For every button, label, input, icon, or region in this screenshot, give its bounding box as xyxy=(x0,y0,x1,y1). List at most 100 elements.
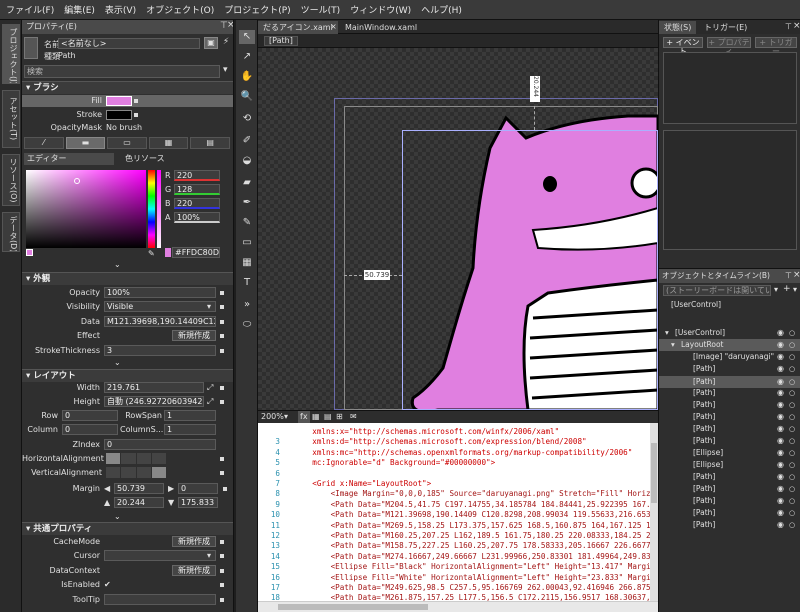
selection-box[interactable] xyxy=(402,130,658,410)
visibility-eye-icon[interactable]: ◉ xyxy=(777,327,784,339)
tab-data[interactable]: データ(D) xyxy=(2,212,20,252)
lock-toggle-icon[interactable]: ○ xyxy=(789,483,795,495)
code-vertical-scrollbar[interactable] xyxy=(650,423,658,601)
lock-toggle-icon[interactable]: ○ xyxy=(789,327,795,339)
zoom-level[interactable]: 200% xyxy=(261,411,284,423)
tree-item[interactable]: [Path] ◉ ○ xyxy=(659,483,800,495)
cache-mode-new-button[interactable]: 新規作成 xyxy=(172,536,216,547)
tab-properties-vertical[interactable]: プロジェクト(J) xyxy=(2,24,20,84)
snap-grid-icon[interactable]: ▤ xyxy=(324,411,332,423)
tab-triggers[interactable]: トリガー(E) xyxy=(699,21,752,34)
code-horizontal-scrollbar[interactable] xyxy=(258,601,658,612)
tree-item[interactable]: [Path] ◉ ○ xyxy=(659,387,800,399)
eyedropper-tool-icon[interactable]: ✐ xyxy=(239,134,255,148)
storyboard-select[interactable]: (ストーリーボードは開いてい xyxy=(663,285,771,296)
color-picker-area[interactable] xyxy=(26,170,146,248)
visibility-eye-icon[interactable]: ◉ xyxy=(777,411,784,423)
add-trigger-button[interactable]: + トリガー xyxy=(755,37,797,56)
align-right-button[interactable] xyxy=(136,453,151,464)
visibility-eye-icon[interactable]: ◉ xyxy=(777,507,784,519)
menu-object[interactable]: オブジェクト(O) xyxy=(146,3,214,16)
annotations-icon[interactable]: ✉ xyxy=(350,411,357,423)
advanced-options-icon[interactable] xyxy=(220,400,224,404)
lock-toggle-icon[interactable]: ○ xyxy=(789,471,795,483)
chevron-down-icon[interactable]: ▾ xyxy=(207,550,211,562)
chevron-down-icon[interactable]: ▾ xyxy=(207,301,211,313)
layout-section-header[interactable]: ▾ レイアウト xyxy=(22,369,233,382)
breadcrumb[interactable]: [Path] xyxy=(264,36,298,46)
advanced-options-icon[interactable] xyxy=(220,540,224,544)
tree-item[interactable]: [Path] ◉ ○ xyxy=(659,495,800,507)
advanced-options-icon[interactable] xyxy=(220,554,224,558)
expand-icon[interactable]: ▾ xyxy=(665,327,669,339)
width-input[interactable]: 219.761 xyxy=(104,382,204,393)
row-input[interactable]: 0 xyxy=(62,410,118,421)
paint-bucket-tool-icon[interactable]: ◒ xyxy=(239,154,255,168)
storyboard-options-icon[interactable]: ▾ xyxy=(793,285,797,294)
visibility-select[interactable]: Visible xyxy=(104,301,216,312)
tab-resources[interactable]: リソース(O) xyxy=(2,154,20,206)
lock-toggle-icon[interactable]: ○ xyxy=(789,339,795,351)
lock-toggle-icon[interactable]: ○ xyxy=(789,351,795,363)
advanced-options-icon[interactable] xyxy=(134,99,138,103)
lock-toggle-icon[interactable]: ○ xyxy=(789,399,795,411)
tab-daru-icon-xaml[interactable]: だるアイコン.xaml xyxy=(258,21,338,34)
add-storyboard-icon[interactable]: + xyxy=(783,284,791,294)
effects-toggle-icon[interactable]: fx xyxy=(298,411,310,423)
grid-tool-icon[interactable]: ▦ xyxy=(239,256,255,270)
menu-help[interactable]: ヘルプ(H) xyxy=(421,3,462,16)
tree-item[interactable]: [Path] ◉ ○ xyxy=(659,423,800,435)
tree-item[interactable]: [Path] ◉ ○ xyxy=(659,411,800,423)
menu-tools[interactable]: ツール(T) xyxy=(301,3,341,16)
visibility-eye-icon[interactable]: ◉ xyxy=(777,387,784,399)
advanced-options-icon[interactable] xyxy=(220,386,224,390)
rowspan-input[interactable]: 1 xyxy=(164,410,216,421)
collapse-chevron-icon[interactable]: ⌄ xyxy=(114,512,121,521)
visibility-eye-icon[interactable]: ◉ xyxy=(777,495,784,507)
lock-toggle-icon[interactable]: ○ xyxy=(789,447,795,459)
advanced-options-icon[interactable] xyxy=(220,583,224,587)
gradient-tool-icon[interactable]: ▰ xyxy=(239,176,255,190)
opacity-input[interactable]: 100% xyxy=(104,287,216,298)
menu-edit[interactable]: 編集(E) xyxy=(64,3,95,16)
color-picker-handle[interactable] xyxy=(74,178,80,184)
advanced-options-icon[interactable] xyxy=(223,487,227,491)
data-context-new-button[interactable]: 新規作成 xyxy=(172,565,216,576)
tree-item[interactable]: [Path] ◉ ○ xyxy=(659,399,800,411)
visibility-eye-icon[interactable]: ◉ xyxy=(777,423,784,435)
visibility-eye-icon[interactable]: ◉ xyxy=(777,339,784,351)
columnspan-input[interactable]: 1 xyxy=(164,424,216,435)
stroke-swatch[interactable] xyxy=(106,110,132,120)
tree-item[interactable]: ▾ LayoutRoot ◉ ○ xyxy=(659,339,800,351)
tree-item[interactable]: [Path] ◉ ○ xyxy=(659,363,800,375)
margin-bottom-input[interactable]: 175.833 xyxy=(178,497,218,508)
direct-selection-tool-icon[interactable]: ↗ xyxy=(239,50,255,64)
g-input[interactable]: 128 xyxy=(174,184,220,195)
menu-view[interactable]: 表示(V) xyxy=(105,3,136,16)
asset-tool-icon[interactable]: » xyxy=(239,298,255,312)
xaml-editor[interactable]: xmlns:x="http://schemas.microsoft.com/wi… xyxy=(258,423,650,601)
align-center-button[interactable] xyxy=(121,453,136,464)
visibility-eye-icon[interactable]: ◉ xyxy=(777,459,784,471)
tab-editor[interactable]: エディター xyxy=(24,153,114,165)
search-input[interactable]: 検索 xyxy=(24,65,220,78)
collapse-chevron-icon[interactable]: ⌄ xyxy=(114,358,121,367)
design-canvas[interactable]: 50.739 20.244 xyxy=(258,48,658,410)
name-input[interactable]: <名前なし> xyxy=(58,38,200,49)
common-section-header[interactable]: ▾ 共通プロパティ xyxy=(22,522,233,535)
advanced-options-icon[interactable] xyxy=(220,598,224,602)
chevron-down-icon[interactable]: ▾ xyxy=(774,285,778,294)
ellipse-tool-icon[interactable]: ⬭ xyxy=(239,318,255,332)
tab-mainwindow-xaml[interactable]: MainWindow.xaml xyxy=(340,21,422,34)
tile-brush-button[interactable]: ▦ xyxy=(148,137,189,149)
b-input[interactable]: 220 xyxy=(174,198,220,209)
pen-tool-icon[interactable]: ✒ xyxy=(239,196,255,210)
pencil-tool-icon[interactable]: ✎ xyxy=(239,216,255,230)
align-stretch-button[interactable] xyxy=(151,453,166,464)
visibility-eye-icon[interactable]: ◉ xyxy=(777,471,784,483)
lock-toggle-icon[interactable]: ○ xyxy=(789,363,795,375)
lock-toggle-icon[interactable]: ○ xyxy=(789,387,795,399)
data-input[interactable]: M121.39698,190.14409C120... xyxy=(104,316,216,327)
zindex-input[interactable]: 0 xyxy=(104,439,216,450)
grid-toggle-icon[interactable]: ▦ xyxy=(312,411,320,423)
